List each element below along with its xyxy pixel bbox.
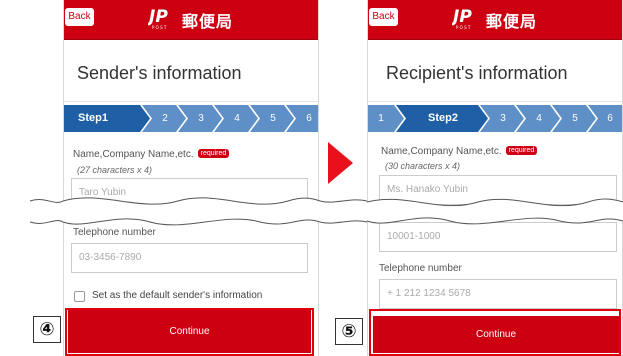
step-label: 5 bbox=[572, 113, 578, 124]
step-label: Step2 bbox=[428, 112, 458, 124]
default-sender-label: Set as the default sender's information bbox=[92, 290, 263, 301]
highlight-frame bbox=[65, 308, 314, 356]
name-field-label: Name,Company Name,etc. required bbox=[381, 146, 538, 157]
step-label: 2 bbox=[162, 113, 168, 124]
japan-post-logo: JP P O S T 郵便局 bbox=[148, 5, 238, 35]
default-sender-checkbox-row[interactable]: Set as the default sender's information bbox=[74, 290, 314, 306]
telephone-label: Telephone number bbox=[73, 227, 156, 238]
character-limit-hint: (30 characters x 4) bbox=[385, 161, 461, 171]
character-limit-hint: (27 characters x 4) bbox=[77, 165, 153, 175]
step-progress-bar: Step1 2 3 4 5 6 bbox=[64, 105, 318, 132]
jp-post-logo-icon: JP P O S T bbox=[148, 7, 168, 30]
step-marker-4: ④ bbox=[33, 316, 61, 343]
japan-post-logo: JP P O S T 郵便局 bbox=[452, 5, 542, 35]
back-button[interactable]: Back bbox=[369, 8, 398, 26]
sender-name-input[interactable]: Taro Yubin bbox=[71, 178, 308, 208]
default-sender-checkbox[interactable] bbox=[74, 291, 85, 302]
page-title: Recipient's information bbox=[368, 44, 622, 102]
step-label: 1 bbox=[378, 113, 384, 124]
recipient-name-input[interactable]: Ms. Hanako Yubin bbox=[379, 175, 617, 205]
step-label: 6 bbox=[306, 113, 312, 124]
app-header: Back JP P O S T 郵便局 bbox=[64, 0, 318, 40]
recipient-phone-input[interactable]: + 1 212 1234 5678 bbox=[379, 279, 617, 309]
sender-phone-input[interactable]: 03-3456-7890 bbox=[71, 243, 308, 273]
step-label: 5 bbox=[270, 113, 276, 124]
page-title: Sender's information bbox=[64, 44, 318, 102]
name-field-label: Name,Company Name,etc. required bbox=[73, 149, 230, 160]
step-label: 4 bbox=[536, 113, 542, 124]
name-label-text: Name,Company Name,etc. bbox=[381, 146, 502, 157]
logo-text: 郵便局 bbox=[182, 12, 234, 31]
required-badge: required bbox=[197, 149, 230, 158]
logo-text: 郵便局 bbox=[486, 12, 538, 31]
back-button[interactable]: Back bbox=[65, 8, 94, 26]
telephone-label: Telephone number bbox=[379, 263, 462, 274]
recipient-screen: Back JP P O S T 郵便局 Recipient's informat… bbox=[367, 0, 623, 356]
svg-text:JP: JP bbox=[148, 7, 168, 27]
step-label: 3 bbox=[198, 113, 204, 124]
zip-code-input[interactable]: 10001-1000 bbox=[379, 222, 617, 252]
svg-text:P O S T: P O S T bbox=[456, 25, 471, 30]
step-progress-bar: 1 Step2 3 4 5 6 bbox=[368, 105, 622, 132]
step-marker-5: ⑤ bbox=[335, 318, 363, 345]
app-header: Back JP P O S T 郵便局 bbox=[368, 0, 622, 40]
step-label: 3 bbox=[500, 113, 506, 124]
step-label: 6 bbox=[607, 113, 613, 124]
step-label: Step1 bbox=[78, 112, 108, 124]
required-badge: required bbox=[505, 146, 538, 155]
sender-screen: Back JP P O S T 郵便局 Sender's information… bbox=[63, 0, 319, 356]
next-arrow-icon bbox=[328, 142, 353, 184]
svg-text:P O S T: P O S T bbox=[152, 25, 167, 30]
jp-post-logo-icon: JP P O S T bbox=[452, 7, 472, 30]
step-label: 4 bbox=[234, 113, 240, 124]
svg-text:JP: JP bbox=[452, 7, 472, 27]
highlight-frame bbox=[369, 309, 621, 356]
name-label-text: Name,Company Name,etc. bbox=[73, 149, 194, 160]
